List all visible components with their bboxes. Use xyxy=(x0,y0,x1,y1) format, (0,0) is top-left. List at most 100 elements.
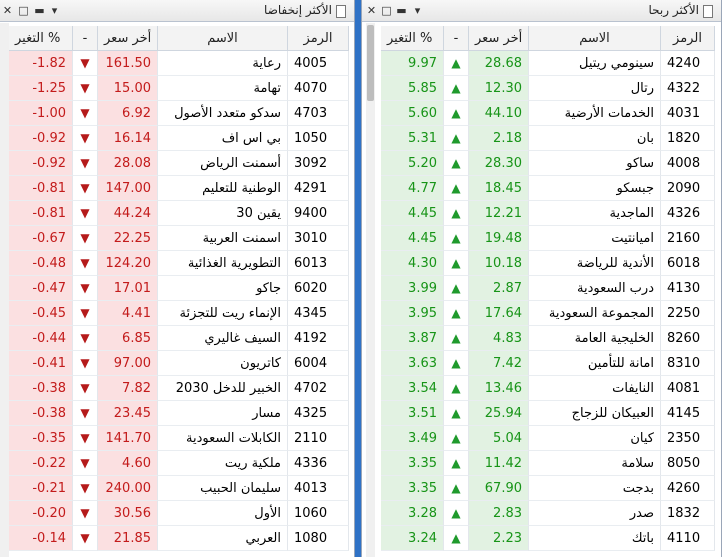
table-row[interactable]: -0.22 ▼ 4.60 ملكية ريت 4336 xyxy=(9,451,349,476)
header-name[interactable]: الاسم xyxy=(158,26,288,51)
up-arrow-icon: ▲ xyxy=(444,51,469,76)
pin-icon[interactable] xyxy=(703,5,713,18)
code-cell: 4702 xyxy=(288,376,349,401)
table-row[interactable]: -0.67 ▼ 22.25 اسمنت العربية 3010 xyxy=(9,226,349,251)
table-row[interactable]: -0.81 ▼ 147.00 الوطنية للتعليم 4291 xyxy=(9,176,349,201)
table-row[interactable]: -0.44 ▼ 6.85 السيف غاليري 4192 xyxy=(9,326,349,351)
losers-scrollbar[interactable] xyxy=(0,23,9,557)
change-cell: -0.38 xyxy=(9,401,73,426)
table-row[interactable]: 3.51 ▲ 25.94 العبيكان للزجاج 4145 xyxy=(381,401,715,426)
menu-chevron-icon[interactable]: ▾ xyxy=(48,4,61,17)
code-cell: 4145 xyxy=(661,401,715,426)
price-cell: 5.04 xyxy=(469,426,529,451)
table-row[interactable]: -0.41 ▼ 97.00 كاتريون 6004 xyxy=(9,351,349,376)
header-price[interactable]: أخر سعر xyxy=(469,26,529,51)
table-row[interactable]: -0.92 ▼ 16.14 بي اس اف 1050 xyxy=(9,126,349,151)
header-change[interactable]: التغير % xyxy=(9,26,73,51)
table-row[interactable]: -0.47 ▼ 17.01 جاكو 6020 xyxy=(9,276,349,301)
change-cell: 3.63 xyxy=(381,351,444,376)
change-cell: -0.21 xyxy=(9,476,73,501)
change-cell: -0.47 xyxy=(9,276,73,301)
close-icon[interactable]: ✕ xyxy=(1,4,14,17)
down-arrow-icon: ▼ xyxy=(73,51,98,76)
header-name[interactable]: الاسم xyxy=(529,26,661,51)
gainers-scrollbar[interactable] xyxy=(366,23,375,557)
name-cell: تهامة xyxy=(158,76,288,101)
minimize-icon[interactable]: ▬ xyxy=(33,4,46,17)
table-row[interactable]: -0.81 ▼ 44.24 يقين 30 9400 xyxy=(9,201,349,226)
table-row[interactable]: -0.35 ▼ 141.70 الكابلات السعودية 2110 xyxy=(9,426,349,451)
restore-icon[interactable]: □ xyxy=(17,4,30,17)
table-row[interactable]: 3.99 ▲ 2.87 درب السعودية 4130 xyxy=(381,276,715,301)
table-row[interactable]: -0.14 ▼ 21.85 العربي 1080 xyxy=(9,526,349,551)
table-row[interactable]: 3.95 ▲ 17.64 المجموعة السعودية 2250 xyxy=(381,301,715,326)
up-arrow-icon: ▲ xyxy=(444,126,469,151)
code-cell: 4260 xyxy=(661,476,715,501)
code-cell: 4008 xyxy=(661,151,715,176)
table-row[interactable]: 3.35 ▲ 11.42 سلامة 8050 xyxy=(381,451,715,476)
price-cell: 12.21 xyxy=(469,201,529,226)
name-cell: مسار xyxy=(158,401,288,426)
table-row[interactable]: 4.45 ▲ 19.48 اميانتيت 2160 xyxy=(381,226,715,251)
menu-chevron-icon[interactable]: ▾ xyxy=(411,4,424,17)
name-cell: رتال xyxy=(529,76,661,101)
table-row[interactable]: 5.31 ▲ 2.18 بان 1820 xyxy=(381,126,715,151)
table-row[interactable]: 5.85 ▲ 12.30 رتال 4322 xyxy=(381,76,715,101)
table-row[interactable]: -0.38 ▼ 7.82 الخبير للدخل 2030 4702 xyxy=(9,376,349,401)
header-price[interactable]: أخر سعر xyxy=(98,26,158,51)
table-row[interactable]: 4.30 ▲ 10.18 الأندية للرياضة 6018 xyxy=(381,251,715,276)
header-arrow[interactable]: - xyxy=(444,26,469,51)
pin-icon[interactable] xyxy=(336,5,346,18)
header-change[interactable]: التغير % xyxy=(381,26,444,51)
table-row[interactable]: -1.82 ▼ 161.50 رعاية 4005 xyxy=(9,51,349,76)
table-row[interactable]: 5.20 ▲ 28.30 ساكو 4008 xyxy=(381,151,715,176)
table-row[interactable]: -1.00 ▼ 6.92 سدكو متعدد الأصول 4703 xyxy=(9,101,349,126)
down-arrow-icon: ▼ xyxy=(73,426,98,451)
name-cell: بان xyxy=(529,126,661,151)
restore-icon[interactable]: □ xyxy=(380,4,393,17)
table-row[interactable]: 3.63 ▲ 7.42 امانة للتأمين 8310 xyxy=(381,351,715,376)
code-cell: 4070 xyxy=(288,76,349,101)
table-row[interactable]: -0.92 ▼ 28.08 أسمنت الرياض 3092 xyxy=(9,151,349,176)
top-gainers-panel: ✕ □ ▬ ▾ الأكثر ربحا التغير % - أخر سعر ا… xyxy=(361,0,722,557)
change-cell: 3.87 xyxy=(381,326,444,351)
change-cell: 5.31 xyxy=(381,126,444,151)
table-row[interactable]: 3.28 ▲ 2.83 صدر 1832 xyxy=(381,501,715,526)
table-row[interactable]: -0.48 ▼ 124.20 التطويرية الغذائية 6013 xyxy=(9,251,349,276)
table-row[interactable]: -1.25 ▼ 15.00 تهامة 4070 xyxy=(9,76,349,101)
table-row[interactable]: -0.38 ▼ 23.45 مسار 4325 xyxy=(9,401,349,426)
scroll-thumb[interactable] xyxy=(367,25,374,101)
code-cell: 6018 xyxy=(661,251,715,276)
up-arrow-icon: ▲ xyxy=(444,151,469,176)
table-row[interactable]: -0.45 ▼ 4.41 الإنماء ريت للتجزئة 4345 xyxy=(9,301,349,326)
table-row[interactable]: -0.20 ▼ 30.56 الأول 1060 xyxy=(9,501,349,526)
name-cell: رعاية xyxy=(158,51,288,76)
change-cell: 3.35 xyxy=(381,476,444,501)
table-row[interactable]: 3.49 ▲ 5.04 كيان 2350 xyxy=(381,426,715,451)
table-row[interactable]: 3.54 ▲ 13.46 النايفات 4081 xyxy=(381,376,715,401)
price-cell: 161.50 xyxy=(98,51,158,76)
table-row[interactable]: 5.60 ▲ 44.10 الخدمات الأرضية 4031 xyxy=(381,101,715,126)
code-cell: 6020 xyxy=(288,276,349,301)
price-cell: 97.00 xyxy=(98,351,158,376)
header-code[interactable]: الرمز xyxy=(288,26,349,51)
change-cell: 3.49 xyxy=(381,426,444,451)
down-arrow-icon: ▼ xyxy=(73,526,98,551)
header-arrow[interactable]: - xyxy=(73,26,98,51)
table-row[interactable]: 3.24 ▲ 2.23 باتك 4110 xyxy=(381,526,715,551)
table-row[interactable]: 4.45 ▲ 12.21 الماجدية 4326 xyxy=(381,201,715,226)
table-row[interactable]: 9.97 ▲ 28.68 سينومي ريتيل 4240 xyxy=(381,51,715,76)
change-cell: -0.41 xyxy=(9,351,73,376)
code-cell: 4005 xyxy=(288,51,349,76)
losers-titlebar: ✕ □ ▬ ▾ الأكثر إنخفاضا xyxy=(0,0,354,22)
name-cell: الإنماء ريت للتجزئة xyxy=(158,301,288,326)
table-row[interactable]: 4.77 ▲ 18.45 جبسكو 2090 xyxy=(381,176,715,201)
table-row[interactable]: -0.21 ▼ 240.00 سليمان الحبيب 4013 xyxy=(9,476,349,501)
up-arrow-icon: ▲ xyxy=(444,326,469,351)
code-cell: 4291 xyxy=(288,176,349,201)
table-row[interactable]: 3.87 ▲ 4.83 الخليجية العامة 8260 xyxy=(381,326,715,351)
close-icon[interactable]: ✕ xyxy=(365,4,378,17)
minimize-icon[interactable]: ▬ xyxy=(395,4,408,17)
header-code[interactable]: الرمز xyxy=(661,26,715,51)
table-row[interactable]: 3.35 ▲ 67.90 بدجت 4260 xyxy=(381,476,715,501)
